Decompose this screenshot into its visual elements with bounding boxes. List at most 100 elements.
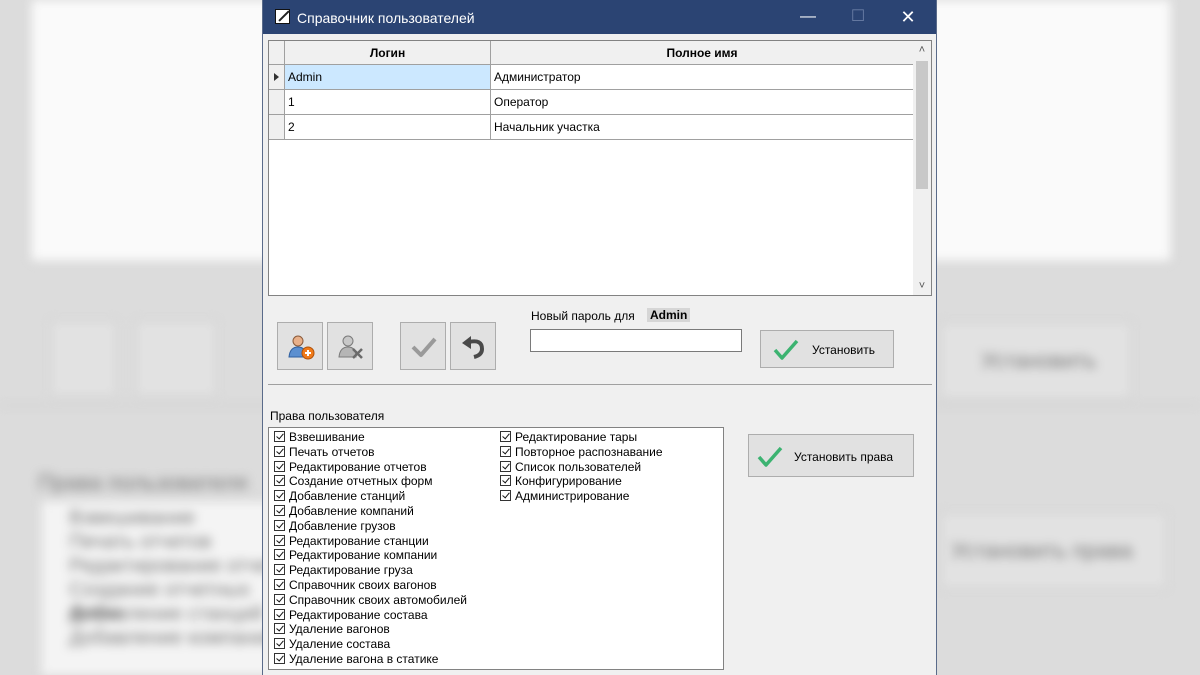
background-set-label: Установить [981,348,1097,373]
add-user-icon [288,335,315,360]
window-title: Справочник пользователей [297,10,475,26]
checkbox-checked-icon[interactable] [500,431,511,442]
add-user-button[interactable] [277,322,323,370]
delete-user-icon [338,335,363,359]
right-label: Удаление вагонов [289,622,390,637]
cell-login[interactable]: 1 [285,90,491,115]
check-icon [773,339,799,360]
table-row[interactable]: 2 Начальник участка [269,115,914,140]
scroll-thumb[interactable] [916,61,928,189]
confirm-button[interactable] [400,322,446,370]
undo-button[interactable] [450,322,496,370]
right-label: Справочник своих автомобилей [289,592,467,607]
minimize-button[interactable]: — [785,0,831,34]
checkbox-checked-icon[interactable] [274,564,285,576]
cell-full-name[interactable]: Оператор [491,90,914,115]
cell-login[interactable]: Admin [285,65,491,90]
right-label: Повторное распознавание [515,444,663,459]
checkbox-checked-icon[interactable] [500,475,511,487]
users-grid[interactable]: Логин Полное имя Admin Администратор 1 О… [268,40,932,296]
set-rights-label: Установить права [794,450,894,464]
background-right-item: Добавление станций [69,603,263,625]
close-button[interactable]: ✕ [885,0,931,34]
check-icon [757,446,783,467]
title-bar[interactable]: Справочник пользователей — ☐ ✕ [263,0,936,34]
checkbox-checked-icon[interactable] [500,490,511,502]
checkbox-checked-icon[interactable] [274,653,285,664]
checkbox-checked-icon[interactable] [274,593,285,605]
right-label: Редактирование компании [289,548,438,563]
grid-vertical-scrollbar[interactable]: ˄ ˅ [913,41,931,295]
right-label: Редактирование станции [289,533,429,548]
cell-full-name[interactable]: Начальник участка [491,115,914,140]
app-icon [275,9,290,24]
right-label: Администрирование [515,489,630,504]
checkbox-checked-icon[interactable] [274,579,285,590]
checkbox-checked-icon[interactable] [274,549,285,561]
checkbox-checked-icon[interactable] [274,445,285,457]
checkbox-checked-icon[interactable] [274,638,285,650]
row-selector[interactable] [269,65,285,90]
checkbox-checked-icon[interactable] [274,431,285,442]
checkbox-checked-icon[interactable] [500,460,511,472]
right-label: Удаление вагона в статике [289,652,439,666]
right-label: Добавление станций [289,489,406,504]
right-label: Справочник своих вагонов [289,578,437,592]
background-set-rights-label: Установить права [951,538,1133,563]
scroll-down-icon[interactable]: ˅ [913,277,931,295]
checkbox-checked-icon[interactable] [274,623,285,635]
background-right-item: Печать отчетов [69,531,212,553]
checkbox-checked-icon[interactable] [274,534,285,546]
right-label: Редактирование груза [289,563,413,578]
table-row[interactable]: 1 Оператор [269,90,914,115]
right-label: Добавление грузов [289,518,396,533]
background-set-rights-button: Установить права [940,512,1167,589]
undo-icon [462,336,485,359]
checkbox-checked-icon[interactable] [274,475,285,487]
set-rights-button[interactable]: Установить права [748,434,914,477]
grid-header: Логин Полное имя [269,41,914,65]
current-row-icon [274,73,279,81]
right-label: Конфигурирование [515,474,622,489]
right-label: Удаление состава [289,637,391,652]
right-label: Печать отчетов [289,444,375,459]
maximize-button[interactable]: ☐ [835,0,881,34]
right-label: Редактирование состава [289,607,428,622]
background-button [135,320,217,397]
background-button [50,320,117,397]
right-label: Редактирование отчетов [289,459,427,474]
new-password-field[interactable] [530,329,742,352]
column-header-login[interactable]: Логин [285,41,491,65]
checkbox-checked-icon[interactable] [274,519,285,531]
section-separator [268,384,932,385]
checkbox-checked-icon[interactable] [274,608,285,620]
password-user-name: Admin [647,308,691,322]
delete-user-button[interactable] [327,322,373,370]
row-header-corner [269,41,285,65]
checkbox-checked-icon[interactable] [500,445,511,457]
row-selector[interactable] [269,115,285,140]
row-selector[interactable] [269,90,285,115]
cell-login[interactable]: 2 [285,115,491,140]
right-label: Список пользователей [515,459,642,474]
right-label: Создание отчетных форм [289,474,433,489]
rights-list[interactable]: Взвешивание Печать отчетов Редактирование … [268,427,724,670]
confirm-icon [411,337,437,357]
checkbox-checked-icon[interactable] [274,505,285,516]
right-label: Взвешивание [289,430,365,444]
set-password-button[interactable]: Установить [760,330,894,368]
background-rights-title: Права пользователя [38,470,248,495]
new-password-label: Новый пароль для [531,309,635,323]
right-label: Добавление компаний [289,504,414,518]
background-right-item: Взвешивание [69,507,196,529]
checkbox-checked-icon[interactable] [274,460,285,472]
background-right-item: Добавление компаний [69,627,278,649]
users-dialog: Справочник пользователей — ☐ ✕ Логин Пол… [262,0,937,675]
table-row[interactable]: Admin Администратор [269,65,914,90]
set-password-label: Установить [812,343,875,357]
scroll-up-icon[interactable]: ˄ [913,41,931,59]
checkbox-checked-icon[interactable] [274,490,285,502]
rights-title: Права пользователя [270,409,385,423]
column-header-full-name[interactable]: Полное имя [491,41,914,65]
cell-full-name[interactable]: Администратор [491,65,914,90]
